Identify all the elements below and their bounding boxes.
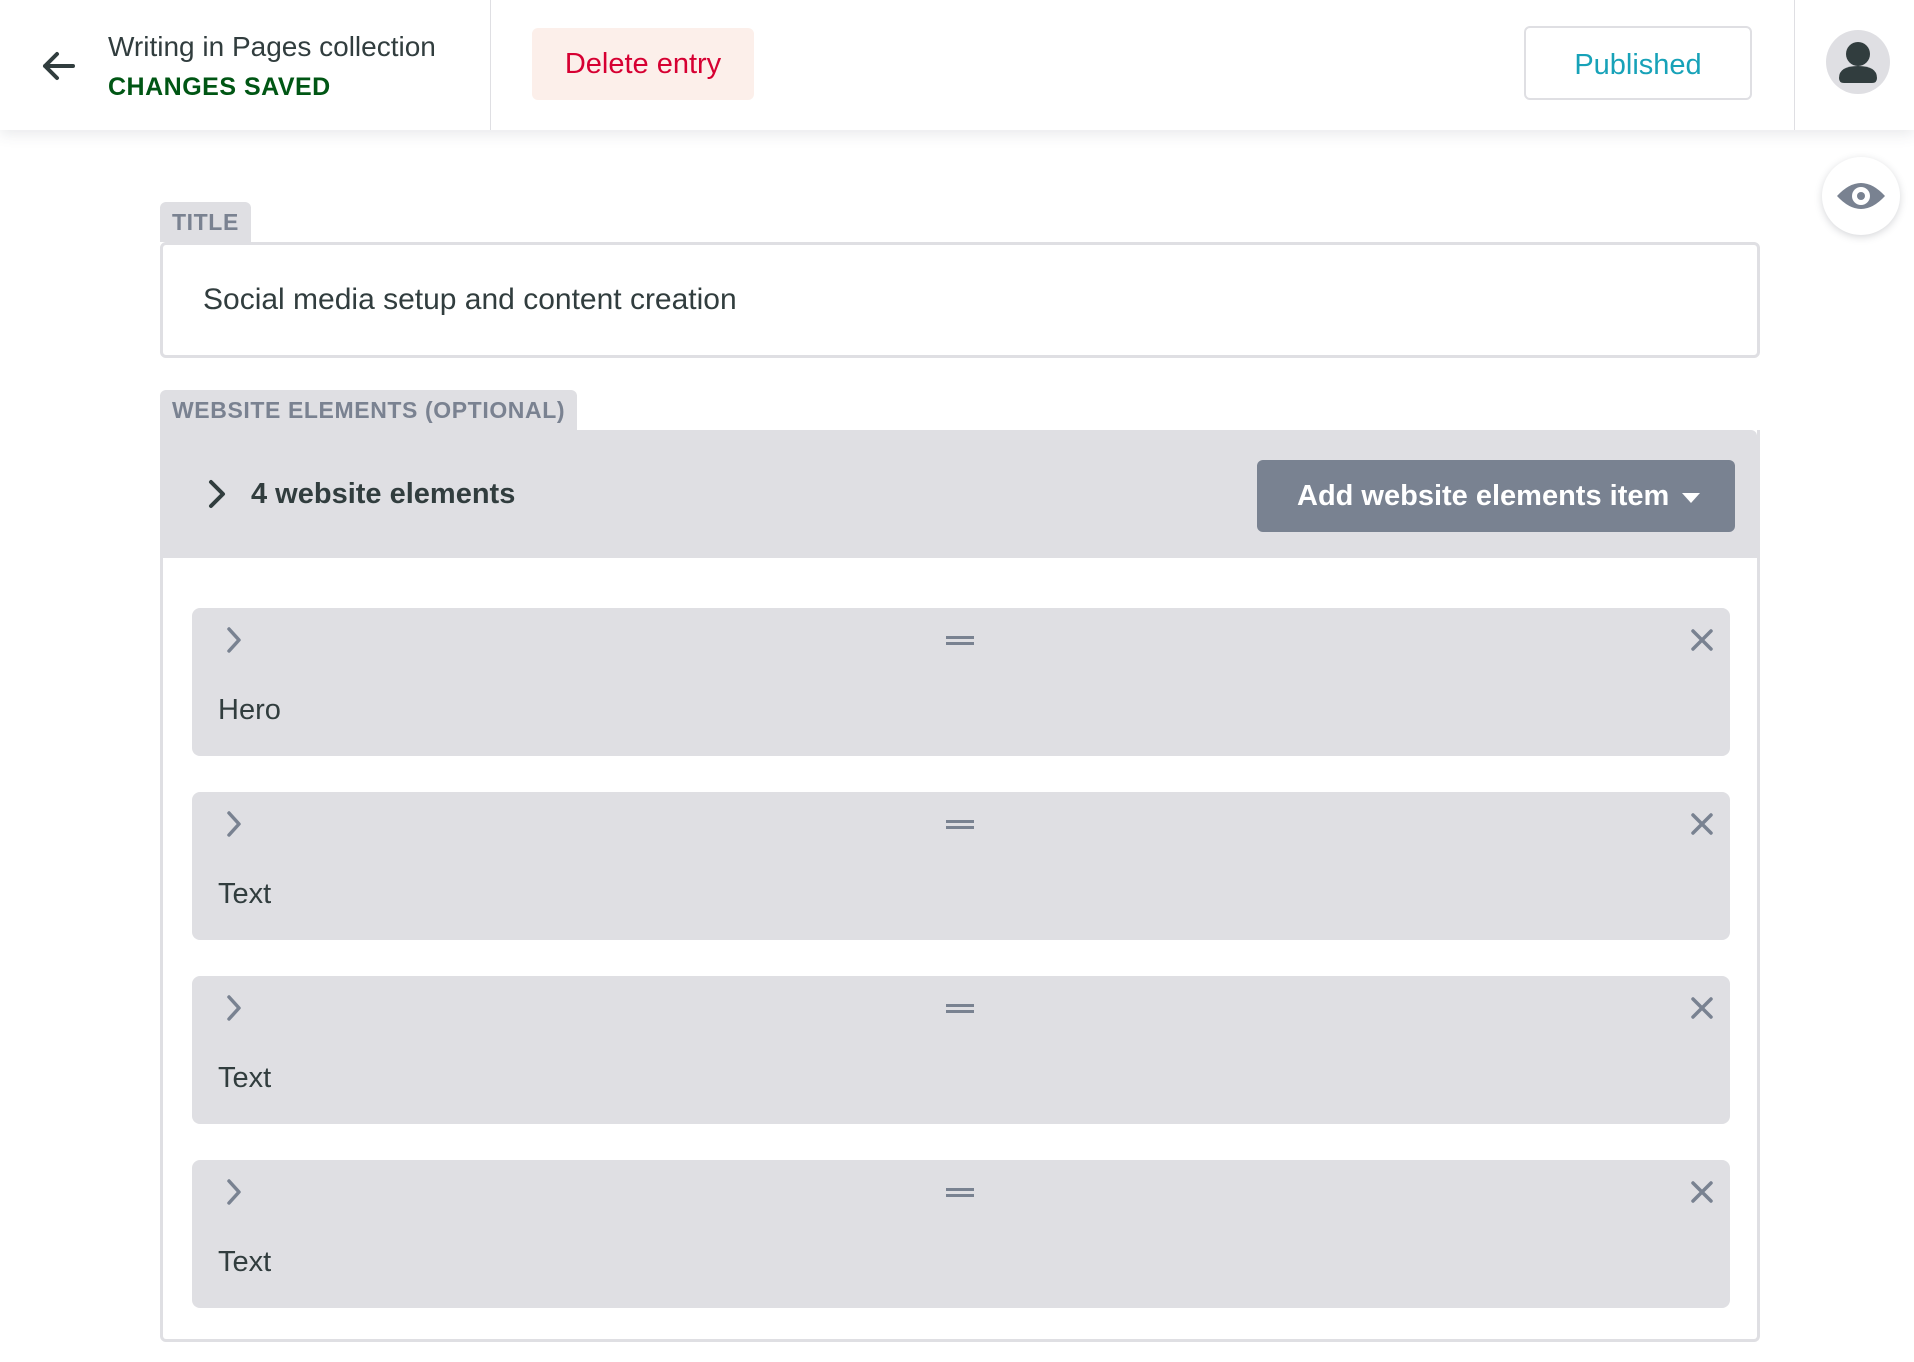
delete-entry-button[interactable]: Delete entry [532, 28, 754, 100]
title-input[interactable]: Social media setup and content creation [160, 242, 1760, 358]
list-item[interactable]: Hero [192, 608, 1730, 756]
drag-handle[interactable] [938, 618, 982, 662]
remove-item-button[interactable] [1680, 618, 1724, 662]
editor-toolbar: Writing in Pages collection CHANGES SAVE… [0, 0, 1914, 130]
website-elements-list: 4 website elements Add website elements … [160, 430, 1760, 1342]
preview-toggle-button[interactable] [1822, 157, 1900, 235]
drag-handle[interactable] [938, 986, 982, 1030]
user-icon [1839, 42, 1877, 83]
expand-item-button[interactable] [212, 618, 256, 662]
website-elements-count: 4 website elements [251, 477, 516, 510]
list-item-label: Hero [218, 694, 281, 726]
avatar[interactable] [1826, 30, 1890, 94]
drag-handle-icon [946, 1004, 974, 1013]
add-website-element-label: Add website elements item [1297, 479, 1670, 512]
close-icon [1691, 629, 1713, 651]
drag-handle-icon [946, 1188, 974, 1197]
chevron-right-icon [227, 627, 241, 653]
chevron-right-icon [209, 480, 225, 508]
website-elements-items: Hero Text Text Text [192, 608, 1730, 1344]
eye-icon [1837, 183, 1885, 209]
entry-info: Writing in Pages collection CHANGES SAVE… [108, 30, 436, 104]
expand-item-button[interactable] [212, 986, 256, 1030]
list-item[interactable]: Text [192, 976, 1730, 1124]
drag-handle[interactable] [938, 1170, 982, 1214]
list-item-label: Text [218, 878, 272, 910]
title-field-label: TITLE [160, 202, 251, 242]
remove-item-button[interactable] [1680, 986, 1724, 1030]
collection-title: Writing in Pages collection [108, 31, 436, 62]
chevron-right-icon [227, 811, 241, 837]
drag-handle-icon [946, 820, 974, 829]
chevron-right-icon [227, 995, 241, 1021]
close-icon [1691, 813, 1713, 835]
add-website-element-button[interactable]: Add website elements item [1257, 460, 1735, 532]
remove-item-button[interactable] [1680, 1170, 1724, 1214]
arrow-left-icon [43, 52, 75, 80]
close-icon [1691, 997, 1713, 1019]
list-item-label: Text [218, 1062, 272, 1094]
toolbar-divider [490, 0, 491, 130]
chevron-right-icon [227, 1179, 241, 1205]
save-status: CHANGES SAVED [108, 73, 331, 101]
list-item[interactable]: Text [192, 792, 1730, 940]
list-item[interactable]: Text [192, 1160, 1730, 1308]
drag-handle[interactable] [938, 802, 982, 846]
toolbar-divider [1794, 0, 1795, 130]
remove-item-button[interactable] [1680, 802, 1724, 846]
drag-handle-icon [946, 636, 974, 645]
expand-item-button[interactable] [212, 1170, 256, 1214]
expand-item-button[interactable] [212, 802, 256, 846]
caret-down-icon [1682, 493, 1700, 503]
website-elements-header: 4 website elements Add website elements … [163, 430, 1757, 558]
close-icon [1691, 1181, 1713, 1203]
back-button[interactable] [36, 44, 80, 88]
website-elements-field-label: WEBSITE ELEMENTS (OPTIONAL) [160, 390, 578, 430]
collapse-all-toggle[interactable]: 4 website elements [207, 470, 515, 518]
publish-status-button[interactable]: Published [1524, 26, 1752, 100]
list-item-label: Text [218, 1246, 272, 1278]
